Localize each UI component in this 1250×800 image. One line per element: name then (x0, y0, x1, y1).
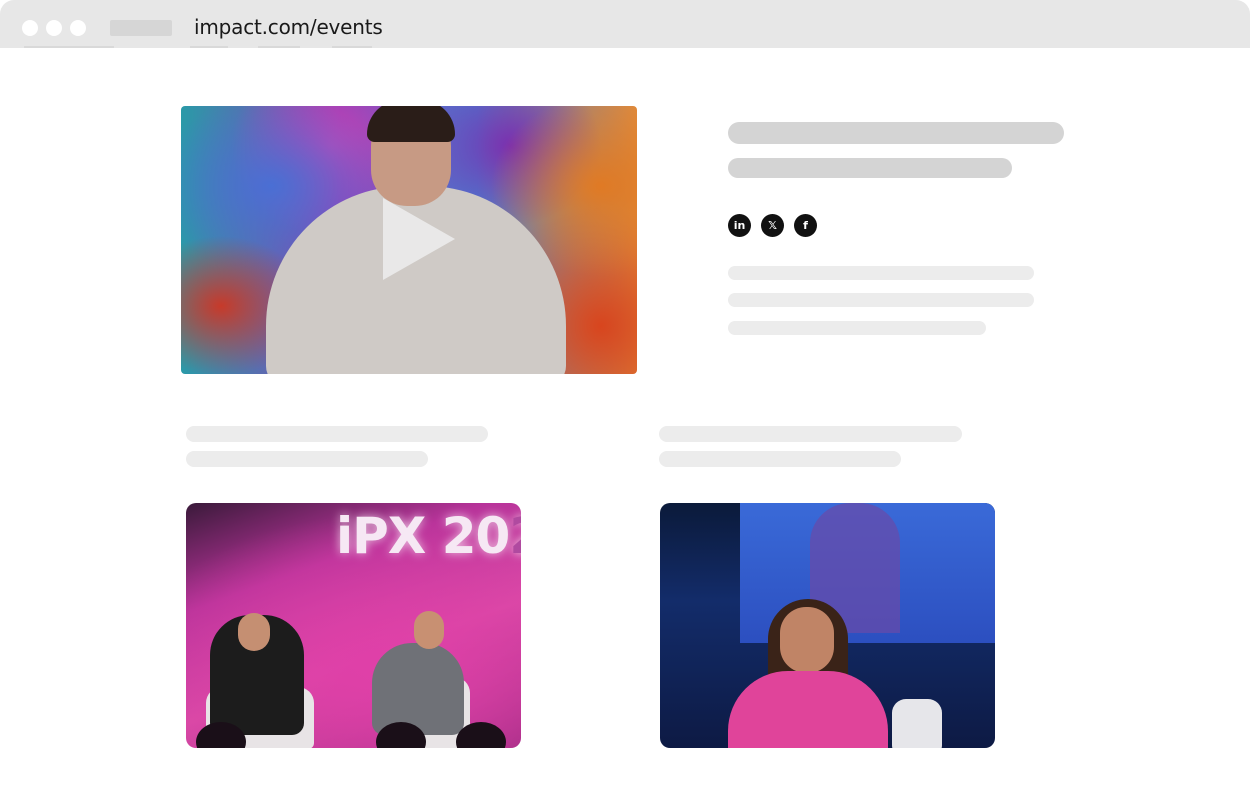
facebook-icon[interactable]: f (794, 214, 817, 237)
card-caption-skeleton (186, 451, 428, 467)
tab-underline (258, 46, 300, 48)
hero-video[interactable] (181, 106, 637, 374)
text-skeleton-line (728, 293, 1034, 307)
card-caption-skeleton (659, 426, 962, 442)
presenter-hair (367, 106, 455, 142)
play-icon[interactable] (383, 198, 455, 280)
x-icon[interactable]: 𝕏 (761, 214, 784, 237)
event-photo-speaker[interactable] (660, 503, 995, 748)
window-maximize-dot[interactable] (70, 20, 86, 36)
event-photo-panel[interactable]: iPX 202 (186, 503, 521, 748)
window-close-dot[interactable] (22, 20, 38, 36)
card-caption-skeleton (659, 451, 901, 467)
tab-underline (24, 46, 114, 48)
linkedin-icon[interactable]: in (728, 214, 751, 237)
tab-placeholder[interactable] (110, 20, 172, 36)
speaker-head (780, 607, 834, 673)
speaker-figure (728, 671, 888, 748)
tab-underline (190, 46, 228, 48)
tab-underline (332, 46, 372, 48)
address-bar-url[interactable]: impact.com/events (194, 15, 383, 39)
title-skeleton-line (728, 122, 1064, 144)
title-skeleton-line (728, 158, 1012, 178)
window-minimize-dot[interactable] (46, 20, 62, 36)
text-skeleton-line (728, 321, 986, 335)
speaker-head (414, 611, 444, 649)
browser-chrome: impact.com/events (0, 0, 1250, 48)
card-caption-skeleton (186, 426, 488, 442)
browser-window: impact.com/events in 𝕏 f iPX 202 (0, 0, 1250, 800)
speaker-head (238, 613, 270, 651)
text-skeleton-line (728, 266, 1034, 280)
ipx-stage-sign: iPX 202 (336, 507, 521, 565)
stage-chair (892, 699, 942, 748)
speaker-figure (372, 643, 464, 735)
